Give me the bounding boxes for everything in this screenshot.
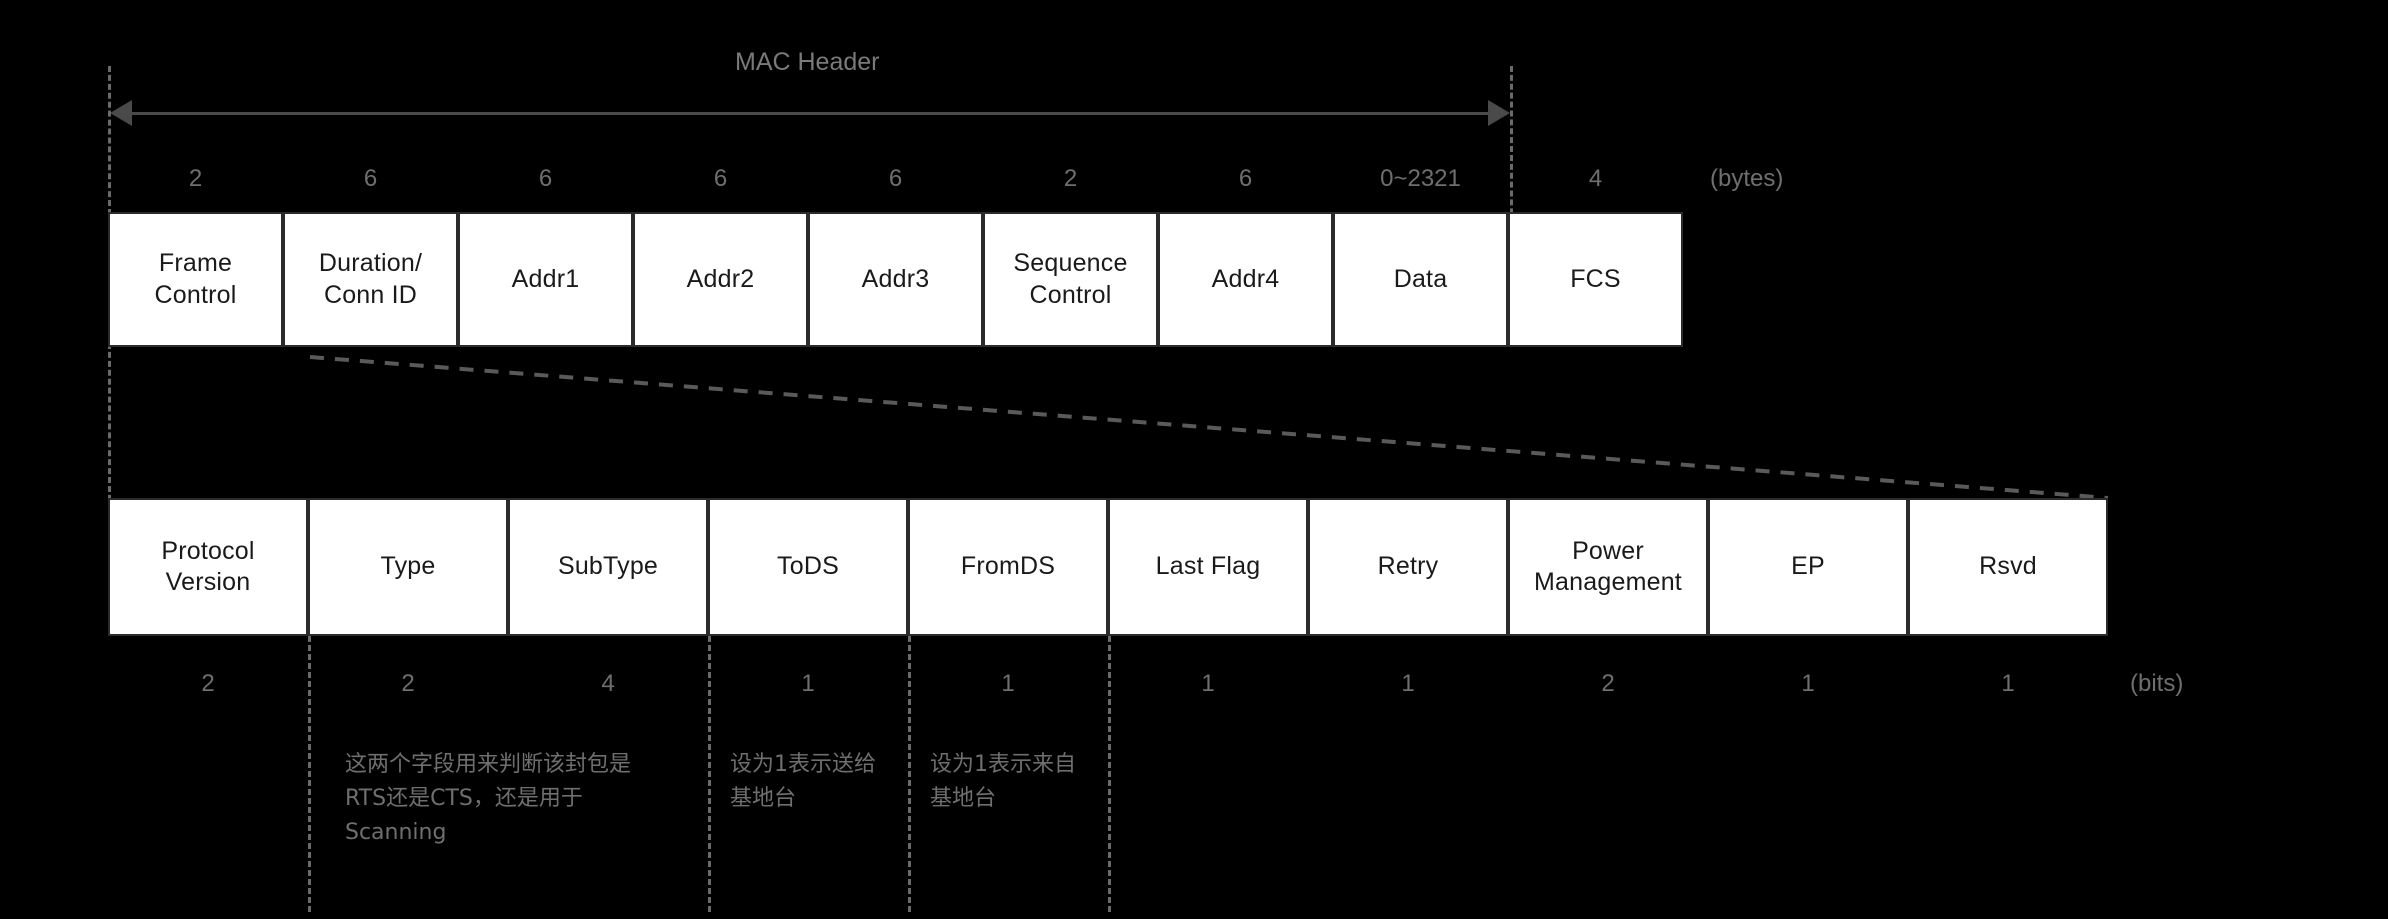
mac-field-size-3: 6 (713, 165, 728, 192)
mac-field-size-0: 2 (188, 165, 203, 192)
mac-field-addr2: Addr2 (633, 212, 808, 347)
mac-header-label: MAC Header (735, 48, 880, 76)
field-label: Rsvd (1979, 552, 2037, 581)
field-label-line2: Management (1534, 568, 1682, 596)
mac-field-size-7: 0~2321 (1380, 165, 1461, 192)
byte-unit-label: (bytes) (1710, 165, 1784, 192)
fc-field-tods: ToDS (708, 498, 908, 636)
mac-field-size-4: 6 (888, 165, 903, 192)
fc-field-power-management: Power Management (1508, 498, 1708, 636)
field-label: Type (380, 552, 436, 581)
fc-field-size-8: 1 (1801, 670, 1815, 697)
bit-unit-label: (bits) (2130, 670, 2184, 697)
mac-field-duration-conn-id: Duration/Conn ID (283, 212, 458, 347)
field-label-line1: Sequence (1013, 249, 1128, 278)
mac-field-addr3: Addr3 (808, 212, 983, 347)
annotation-type-subtype: 这两个字段用来判断该封包是RTS还是CTS，还是用于Scanning (345, 752, 632, 846)
fc-field-retry: Retry (1308, 498, 1508, 636)
mac-header-arrow-right-icon (1488, 100, 1510, 126)
fc-field-size-2: 4 (601, 670, 615, 697)
field-label: Addr1 (511, 264, 580, 293)
field-label-line1: Protocol (161, 536, 255, 565)
field-label: Addr2 (686, 264, 755, 293)
diagram-canvas: MAC Header 2 6 6 6 6 2 6 0~2321 4 (bytes) Frame C… (0, 0, 2388, 919)
mac-field-sequence-control: Sequence Control (983, 212, 1158, 347)
fc-field-protocol-version: Protocol Version (108, 498, 308, 636)
mac-field-addr4: Addr4 (1158, 212, 1333, 347)
annotation-tods: 设为1表示送给基地台 (730, 752, 876, 812)
mac-field-size-6: 6 (1238, 165, 1253, 192)
fc-field-size-3: 1 (801, 670, 815, 697)
fc-field-subtype: SubType (508, 498, 708, 636)
fc-field-size-5: 1 (1201, 670, 1215, 697)
mac-field-fcs: FCS (1508, 212, 1683, 347)
field-label: Data (1393, 264, 1448, 293)
fc-field-ep: EP (1708, 498, 1908, 636)
field-label: SubType (557, 552, 659, 581)
mac-field-addr1: Addr1 (458, 212, 633, 347)
field-label: Frame Control (151, 248, 241, 311)
fc-field-size-6: 1 (1401, 670, 1415, 697)
mac-field-frame-control: Frame Control (108, 212, 283, 347)
field-label: ToDS (777, 552, 839, 581)
field-label-line2: Conn ID (323, 280, 418, 309)
field-label-line1: Power (1572, 536, 1644, 565)
mac-field-size-8: 4 (1588, 165, 1603, 192)
fc-field-size-7: 2 (1601, 670, 1615, 697)
field-label: Protocol Version (157, 536, 258, 599)
field-label: Retry (1377, 552, 1439, 581)
fc-field-size-9: 1 (2001, 670, 2015, 697)
mac-field-size-2: 6 (538, 165, 553, 192)
fc-field-size-0: 2 (201, 670, 215, 697)
field-label: Power Management (1530, 536, 1686, 599)
field-label-line2: Control (154, 280, 237, 309)
field-label-line1: Frame (158, 249, 233, 278)
field-label: Addr4 (1211, 264, 1280, 293)
field-label-line1: Duration/ (318, 249, 423, 278)
annotation-fromds: 设为1表示来自基地台 (930, 752, 1076, 812)
mac-header-arrow-left-icon (110, 100, 132, 126)
field-label: EP (1791, 552, 1825, 581)
fc-field-last-flag: Last Flag (1108, 498, 1308, 636)
field-label: Sequence Control (1009, 248, 1131, 311)
fc-field-rsvd: Rsvd (1908, 498, 2108, 636)
field-label-line2: Version (165, 568, 251, 596)
fc-field-size-1: 2 (401, 670, 415, 697)
field-label: FCS (1570, 264, 1621, 293)
mac-field-size-1: 6 (363, 165, 378, 192)
fc-field-type: Type (308, 498, 508, 636)
field-label: Duration/Conn ID (315, 248, 426, 311)
field-label: FromDS (960, 552, 1056, 581)
mac-header-arrow-line (130, 112, 1492, 115)
field-label: Last Flag (1155, 552, 1261, 581)
field-label: Addr3 (861, 264, 930, 293)
mac-field-size-5: 2 (1063, 165, 1078, 192)
field-label-line2: Control (1029, 280, 1112, 309)
fc-field-fromds: FromDS (908, 498, 1108, 636)
fc-field-size-4: 1 (1001, 670, 1015, 697)
mac-field-data: Data (1333, 212, 1508, 347)
